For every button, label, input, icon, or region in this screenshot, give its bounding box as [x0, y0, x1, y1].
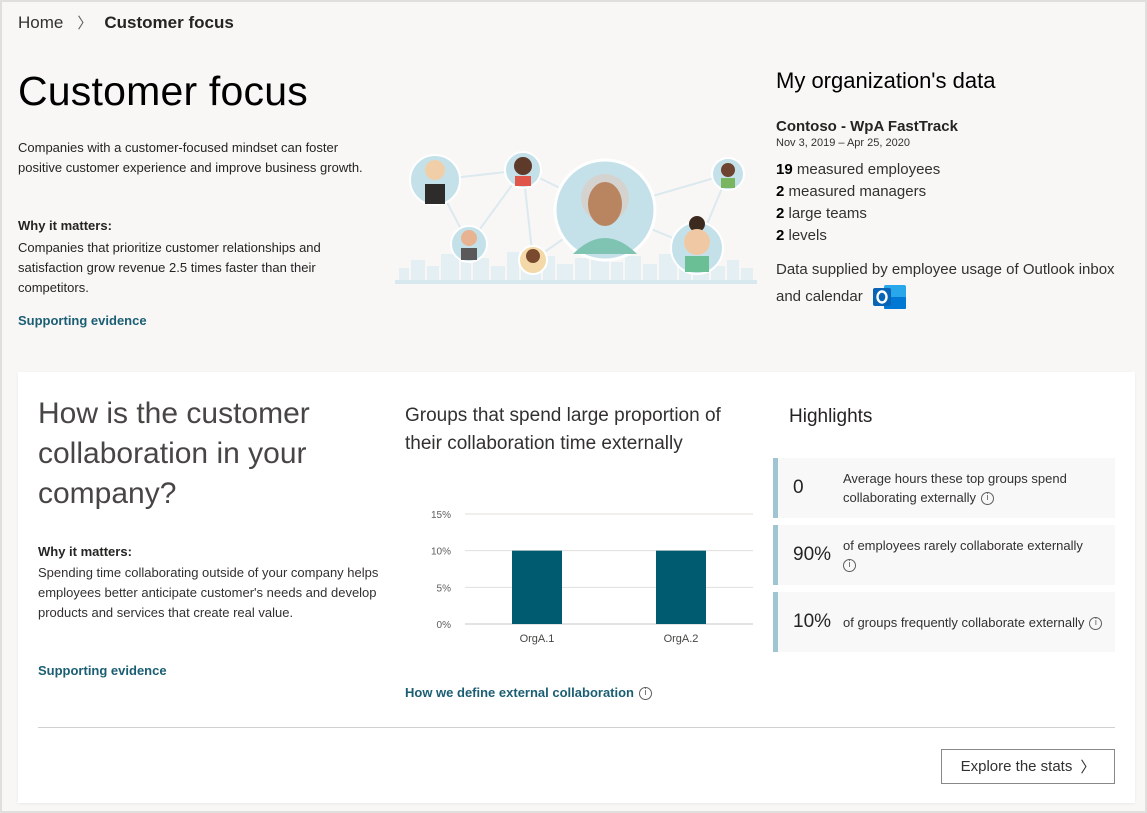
chart-title: Groups that spend large proportion of th…	[405, 405, 721, 454]
info-icon[interactable]: i	[980, 492, 994, 506]
highlight-item: 0 Average hours these top groups spend c…	[773, 458, 1115, 518]
breadcrumb: Home 〉 Customer focus	[18, 12, 234, 33]
x-tick-label: OrgA.2	[664, 633, 699, 645]
chevron-right-icon: 〉	[1080, 759, 1096, 776]
org-date-range: Nov 3, 2019 – Apr 25, 2020	[776, 137, 910, 149]
hero-description: Companies with a customer-focused mindse…	[18, 140, 363, 175]
org-stat: 2 measured managers	[776, 183, 927, 200]
highlights-title: Highlights	[789, 406, 873, 427]
chart-bar	[512, 550, 562, 624]
info-icon[interactable]: i	[843, 559, 856, 573]
highlight-value: 0	[793, 477, 804, 498]
org-stat: 2 levels	[776, 227, 827, 244]
chevron-right-icon: 〉	[77, 15, 93, 32]
y-tick-label: 15%	[431, 510, 451, 521]
info-icon: i	[639, 687, 652, 701]
breadcrumb-home[interactable]: Home	[18, 13, 63, 33]
org-stats: 19 measured employees 2 measured manager…	[776, 159, 1116, 247]
hero-supporting-evidence-link[interactable]: Supporting evidence	[18, 313, 147, 328]
highlight-item: 10% of groups frequently collaborate ext…	[773, 592, 1115, 652]
divider	[38, 727, 1115, 728]
explore-stats-button[interactable]: Explore the stats 〉	[941, 749, 1115, 784]
page-frame: Home 〉 Customer focus Customer focus Com…	[0, 0, 1147, 813]
highlight-item: 90% of employees rarely collaborate exte…	[773, 525, 1115, 585]
highlight-value: 10%	[793, 611, 832, 632]
external-collaboration-definition-link[interactable]: How we define external collaboration i	[405, 685, 652, 701]
customer-network-illustration	[395, 151, 757, 284]
y-tick-label: 5%	[437, 583, 452, 594]
outlook-icon	[872, 285, 906, 309]
section-why-text: Spending time collaborating outside of y…	[38, 565, 379, 620]
section-title: How is the customer collaboration in you…	[38, 397, 310, 510]
highlight-value: 90%	[793, 544, 832, 565]
org-data-note: Data supplied by employee usage of Outlo…	[776, 257, 1116, 312]
info-icon[interactable]: i	[1089, 616, 1103, 630]
highlights-list: 0 Average hours these top groups spend c…	[773, 458, 1115, 659]
external-collaboration-bar-chart: 0% 5% 10% 15% OrgA.1 OrgA.2	[431, 510, 753, 645]
chart-bar	[656, 550, 706, 624]
highlight-text: of employees rarely collaborate external…	[843, 538, 1083, 573]
hero-why-text: Companies that prioritize customer relat…	[18, 240, 321, 295]
section-supporting-evidence-link[interactable]: Supporting evidence	[38, 663, 167, 678]
org-data-panel: My organization's data Contoso - WpA Fas…	[776, 68, 1116, 312]
customer-collaboration-card: How is the customer collaboration in you…	[18, 372, 1135, 803]
org-stat: 2 large teams	[776, 205, 867, 222]
page-title: Customer focus	[18, 68, 308, 114]
y-tick-label: 0%	[437, 620, 452, 631]
highlight-text: of groups frequently collaborate externa…	[843, 613, 1115, 632]
section-why-heading: Why it matters:	[38, 544, 132, 559]
org-stat: 19 measured employees	[776, 161, 941, 178]
breadcrumb-current: Customer focus	[104, 12, 234, 32]
x-tick-label: OrgA.1	[520, 633, 555, 645]
highlight-text: Average hours these top groups spend col…	[843, 471, 1067, 506]
y-tick-label: 10%	[431, 547, 451, 558]
hero-why-heading: Why it matters:	[18, 218, 112, 233]
org-name: Contoso - WpA FastTrack	[776, 118, 958, 135]
org-heading: My organization's data	[776, 68, 996, 93]
